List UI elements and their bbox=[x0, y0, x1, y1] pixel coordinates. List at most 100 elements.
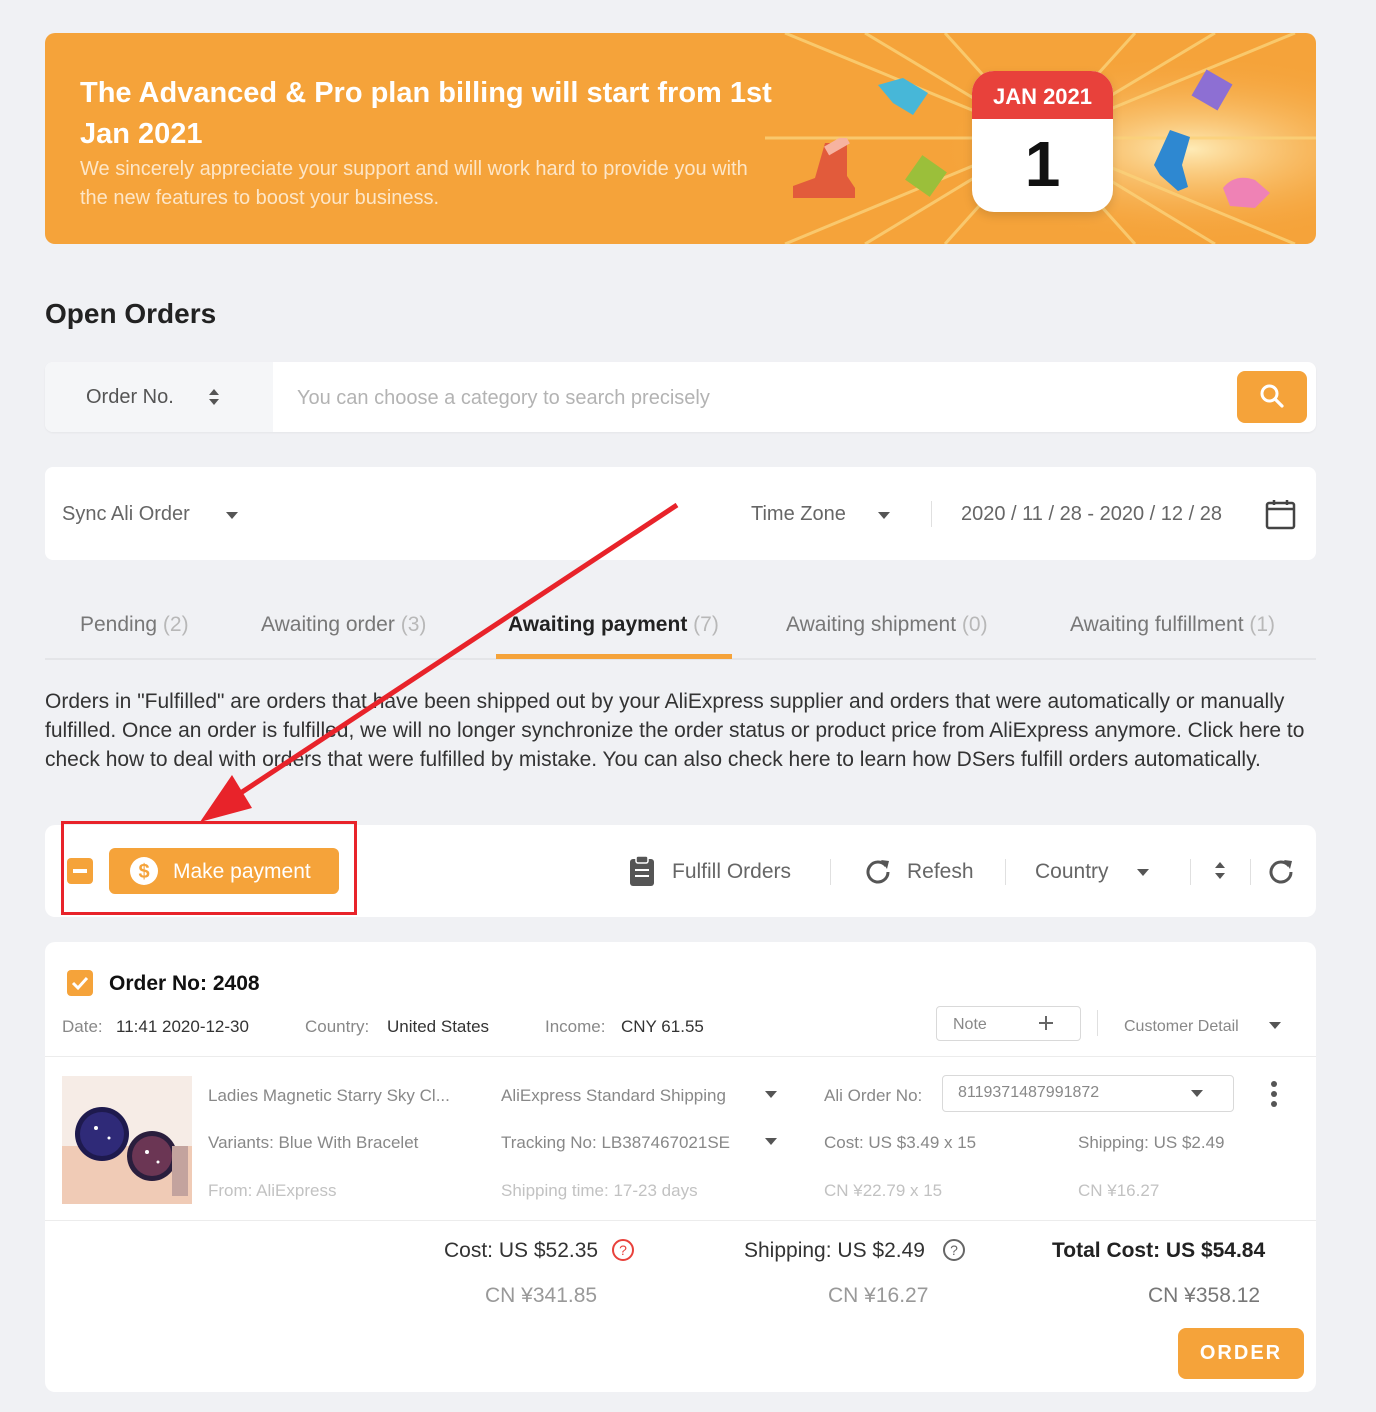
date-range-picker[interactable]: 2020 / 11 / 28 - 2020 / 12 / 28 bbox=[961, 503, 1222, 526]
divider bbox=[931, 501, 932, 527]
chevron-down-icon bbox=[1269, 1022, 1281, 1029]
item-cost-cny: CN ¥22.79 x 15 bbox=[824, 1181, 943, 1200]
order-checkbox[interactable] bbox=[67, 970, 93, 996]
product-source: From: AliExpress bbox=[208, 1181, 337, 1200]
note-button[interactable]: Note bbox=[936, 1006, 1081, 1041]
grand-total: Total Cost: US $54.84 bbox=[1052, 1239, 1266, 1262]
more-options-icon[interactable] bbox=[1269, 1080, 1279, 1108]
product-image bbox=[62, 1076, 192, 1204]
boot-icon bbox=[793, 138, 855, 198]
divider bbox=[45, 1220, 1316, 1221]
calendar-icon: JAN 2021 1 bbox=[972, 71, 1113, 212]
reload-icon[interactable] bbox=[1268, 858, 1294, 884]
promo-banner: The Advanced & Pro plan billing will sta… bbox=[45, 33, 1316, 244]
help-circle-icon[interactable]: ? bbox=[611, 1238, 635, 1262]
note-label: Note bbox=[953, 1016, 987, 1033]
sync-ali-order-dropdown[interactable]: Sync Ali Order bbox=[62, 503, 190, 526]
sort-updown-icon bbox=[209, 389, 219, 405]
chevron-down-icon bbox=[1137, 869, 1149, 876]
order-country-label: Country: bbox=[305, 1017, 370, 1036]
active-tab-indicator bbox=[496, 654, 732, 659]
search-icon bbox=[1260, 384, 1284, 408]
banner-subtitle: We sincerely appreciate your support and… bbox=[80, 158, 748, 209]
calendar-day: 1 bbox=[1024, 128, 1061, 200]
shoe-icon bbox=[1154, 130, 1190, 191]
ali-order-label: Ali Order No: bbox=[824, 1086, 923, 1105]
fulfilled-info-text: Orders in "Fulfilled" are orders that ha… bbox=[45, 690, 1305, 771]
search-category-select[interactable]: Order No. bbox=[45, 362, 273, 432]
calendar-picker-icon[interactable] bbox=[1265, 498, 1297, 530]
ali-order-value: 8119371487991872 bbox=[958, 1084, 1100, 1101]
divider bbox=[1250, 859, 1251, 885]
item-cost: Cost: US $3.49 x 15 bbox=[824, 1133, 977, 1152]
plus-icon bbox=[1039, 1016, 1053, 1030]
total-cost: Cost: US $52.35 bbox=[444, 1239, 599, 1262]
customer-detail-dropdown[interactable]: Customer Detail bbox=[1124, 1018, 1239, 1036]
dollar-coin-icon: $ bbox=[130, 857, 158, 885]
order-date-label: Date: bbox=[62, 1017, 103, 1036]
wallet-icon bbox=[905, 155, 947, 197]
make-payment-button[interactable]: $ Make payment bbox=[109, 848, 339, 894]
check-icon bbox=[71, 976, 89, 991]
order-number: Order No: 2408 bbox=[109, 972, 260, 995]
tab-awaiting-shipment[interactable]: Awaiting shipment (0) bbox=[786, 613, 988, 637]
tab-label: Awaiting order bbox=[261, 613, 395, 636]
divider bbox=[830, 859, 831, 885]
tab-count: (3) bbox=[400, 613, 427, 636]
shipping-method-select[interactable]: AliExpress Standard Shipping bbox=[501, 1086, 726, 1106]
tracking-number[interactable]: Tracking No: LB387467021SE bbox=[501, 1133, 730, 1153]
calendar-month: JAN 2021 bbox=[972, 71, 1113, 119]
divider bbox=[1190, 859, 1191, 885]
select-all-checkbox[interactable] bbox=[67, 858, 93, 884]
box-icon bbox=[1191, 69, 1233, 111]
clipboard-icon bbox=[630, 855, 654, 886]
tab-awaiting-order[interactable]: Awaiting order (3) bbox=[261, 613, 426, 637]
search-category-label: Order No. bbox=[86, 386, 174, 408]
order-date-value: 11:41 2020-12-30 bbox=[116, 1017, 249, 1036]
tab-label: Awaiting shipment bbox=[786, 613, 957, 636]
product-name[interactable]: Ladies Magnetic Starry Sky Cl... bbox=[208, 1086, 450, 1106]
order-button[interactable]: ORDER bbox=[1178, 1328, 1304, 1379]
svg-text:?: ? bbox=[619, 1242, 627, 1258]
search-bar: Order No. bbox=[45, 362, 1316, 432]
tab-count: (7) bbox=[693, 613, 719, 636]
refresh-icon bbox=[866, 860, 890, 884]
sock-icon bbox=[878, 78, 928, 115]
item-shipping-cny: CN ¥16.27 bbox=[1078, 1181, 1160, 1200]
item-shipping: Shipping: US $2.49 bbox=[1078, 1133, 1225, 1152]
order-income-label: Income: bbox=[545, 1017, 606, 1036]
sort-updown-icon[interactable] bbox=[1214, 860, 1226, 882]
total-cost-cny: CN ¥341.85 bbox=[485, 1284, 598, 1307]
country-dropdown[interactable]: Country bbox=[1035, 860, 1109, 884]
filter-bar: Sync Ali Order Time Zone 2020 / 11 / 28 … bbox=[45, 467, 1316, 560]
total-shipping: Shipping: US $2.49 bbox=[744, 1239, 925, 1262]
timezone-dropdown[interactable]: Time Zone bbox=[751, 503, 846, 526]
divider bbox=[1097, 1010, 1098, 1036]
help-circle-icon[interactable]: ? bbox=[942, 1238, 966, 1262]
make-payment-label: Make payment bbox=[173, 860, 311, 883]
product-variants: Variants: Blue With Bracelet bbox=[208, 1133, 419, 1152]
order-card: Order No: 2408 Date: 11:41 2020-12-30 Co… bbox=[45, 942, 1316, 1392]
chevron-down-icon bbox=[765, 1091, 777, 1098]
tab-count: (2) bbox=[162, 613, 189, 636]
fulfill-orders-button[interactable]: Fulfill Orders bbox=[672, 860, 791, 884]
tab-count: (0) bbox=[961, 613, 988, 636]
chevron-down-icon bbox=[765, 1138, 777, 1145]
tab-label: Awaiting payment bbox=[508, 613, 688, 636]
search-input[interactable] bbox=[295, 378, 1229, 418]
ali-order-select[interactable]: 8119371487991872 bbox=[942, 1075, 1234, 1112]
tab-label: Awaiting fulfillment bbox=[1070, 613, 1244, 636]
shipping-time: Shipping time: 17-23 days bbox=[501, 1181, 698, 1200]
tab-pending[interactable]: Pending (2) bbox=[80, 613, 189, 637]
divider bbox=[45, 1056, 1316, 1057]
divider bbox=[1005, 859, 1006, 885]
chevron-down-icon bbox=[1191, 1090, 1203, 1097]
search-button[interactable] bbox=[1237, 371, 1307, 423]
grand-total-cny: CN ¥358.12 bbox=[1148, 1284, 1261, 1307]
refresh-button[interactable]: Refesh bbox=[907, 860, 974, 884]
banner-title: The Advanced & Pro plan billing will sta… bbox=[80, 77, 772, 150]
glove-icon bbox=[1223, 177, 1270, 208]
tab-awaiting-payment[interactable]: Awaiting payment (7) bbox=[508, 613, 719, 637]
svg-text:$: $ bbox=[138, 861, 149, 883]
tab-awaiting-fulfillment[interactable]: Awaiting fulfillment (1) bbox=[1070, 613, 1275, 637]
